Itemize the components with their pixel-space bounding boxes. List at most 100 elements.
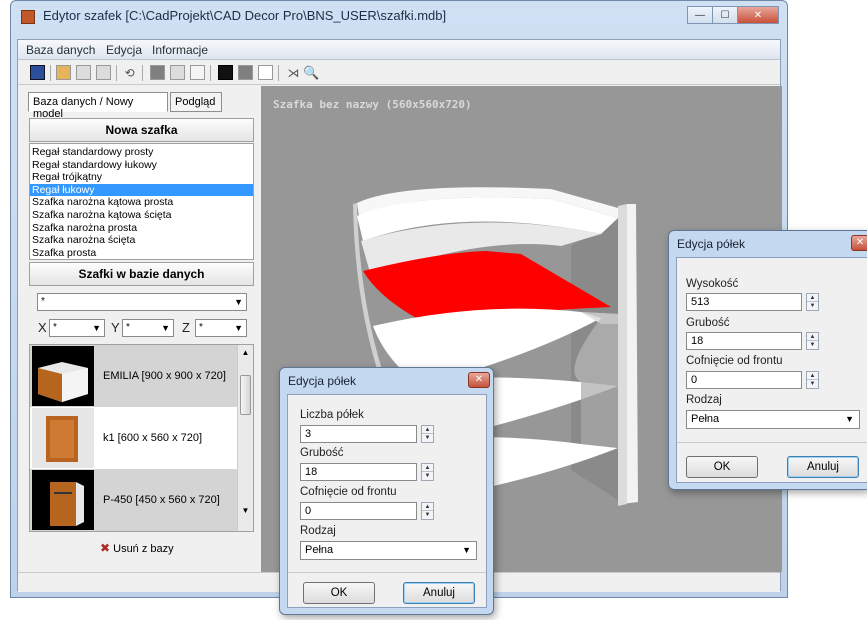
delete-label: Usuń z bazy [113,543,174,555]
maximize-button[interactable]: ☐ [712,6,738,24]
thickness-stepper[interactable]: ▲ ▼ [421,463,434,481]
save-icon[interactable] [30,65,45,80]
spin-up-icon[interactable]: ▲ [807,294,818,302]
close-button[interactable]: ✕ [737,6,779,24]
height-stepper[interactable]: ▲ ▼ [806,293,819,311]
list-item[interactable]: Regał standardowy łukowy [30,159,253,172]
cabinet-thumbnail [32,470,94,530]
setback-stepper[interactable]: ▲ ▼ [806,371,819,389]
list-item[interactable]: Regał standardowy prosty [30,146,253,159]
toolbar-separator [50,65,51,81]
copy-icon[interactable] [56,65,71,80]
spin-down-icon[interactable]: ▼ [807,380,818,388]
spin-up-icon[interactable]: ▲ [422,503,433,511]
spin-down-icon[interactable]: ▼ [422,434,433,442]
spin-up-icon[interactable]: ▲ [807,333,818,341]
list-item[interactable]: Regał trójkątny [30,171,253,184]
ok-button[interactable]: OK [686,456,758,478]
z-filter-value: * [199,322,203,333]
cancel-button[interactable]: Anuluj [787,456,859,478]
title-bar[interactable]: Edytor szafek [C:\CadProjekt\CAD Decor P… [11,1,787,31]
thickness-input[interactable]: 18 [300,463,417,481]
list-item[interactable]: Szafka narożna kątowa ścięta [30,209,253,222]
dialog-body: Wysokość 513 ▲ ▼ Grubość 18 ▲ ▼ Cofnięcie … [676,257,867,483]
type-label: Rodzaj [686,394,722,406]
scroll-down-icon[interactable]: ▼ [238,503,253,519]
render-wire-icon[interactable] [258,65,273,80]
shelf-type-select[interactable]: Pełna ▼ [686,410,860,429]
print-icon[interactable] [76,65,91,80]
setback-input[interactable]: 0 [300,502,417,520]
box-view-icon[interactable] [170,65,185,80]
menu-baza-danych[interactable]: Baza danych [26,43,95,57]
render-gray-icon[interactable] [238,65,253,80]
list-item[interactable]: EMILIA [900 x 900 x 720] [30,345,239,407]
height-input[interactable]: 513 [686,293,802,311]
toolbar-separator [278,65,279,81]
dialog-title: Edycja półek [677,237,746,251]
list-item[interactable]: Szafka prosta [30,247,253,260]
shelf-edit-dialog-single: Edycja półek ✕ Wysokość 513 ▲ ▼ Grubość 1… [668,230,867,490]
setback-input[interactable]: 0 [686,371,802,389]
setback-label: Cofnięcie od frontu [300,486,397,498]
spin-down-icon[interactable]: ▼ [807,302,818,310]
mirror-icon[interactable]: ⋊ [286,65,301,80]
zoom-icon[interactable]: 🔍 [303,65,319,80]
shelf-type-select[interactable]: Pełna ▼ [300,541,477,560]
side-view-icon[interactable] [190,65,205,80]
front-view-icon[interactable] [150,65,165,80]
list-item[interactable]: Szafka narożna prosta [30,222,253,235]
list-item[interactable]: Szafka narożna kątowa prosta [30,196,253,209]
cancel-button[interactable]: Anuluj [403,582,475,604]
shelf-count-input[interactable]: 3 [300,425,417,443]
thickness-label: Grubość [686,317,730,329]
scroll-up-icon[interactable]: ▲ [238,345,253,361]
tab-preview[interactable]: Podgląd [170,92,222,112]
z-filter-combo[interactable]: * ▼ [195,319,247,337]
app-icon [21,10,35,24]
y-filter-value: * [126,322,130,333]
tab-database[interactable]: Baza danych / Nowy model [28,92,168,120]
list-item[interactable]: P-450 [450 x 560 x 720] [30,469,239,531]
spin-up-icon[interactable]: ▲ [422,426,433,434]
spin-up-icon[interactable]: ▲ [422,464,433,472]
menu-informacje[interactable]: Informacje [152,43,208,57]
cabinet-preview-icon [50,482,84,526]
thickness-stepper[interactable]: ▲ ▼ [806,332,819,350]
spin-down-icon[interactable]: ▼ [807,341,818,349]
name-filter-value: * [41,296,45,307]
cabinet-type-list[interactable]: Regał standardowy prosty Regał standardo… [29,143,254,260]
close-icon[interactable]: ✕ [851,235,867,251]
spin-up-icon[interactable]: ▲ [807,372,818,380]
y-filter-combo[interactable]: * ▼ [122,319,174,337]
setback-stepper[interactable]: ▲ ▼ [421,502,434,520]
shelf-count-stepper[interactable]: ▲ ▼ [421,425,434,443]
window-title: Edytor szafek [C:\CadProjekt\CAD Decor P… [43,8,447,23]
thickness-input[interactable]: 18 [686,332,802,350]
scrollbar-thumb[interactable] [240,375,251,415]
list-item[interactable]: k1 [600 x 560 x 720] [30,407,239,469]
spin-down-icon[interactable]: ▼ [422,511,433,519]
paste-icon[interactable] [96,65,111,80]
cabinet-list-scrollbar[interactable]: ▲ ▼ [237,345,253,531]
cabinet-db-list[interactable]: EMILIA [900 x 900 x 720] k1 [600 x 560 x… [29,344,254,532]
delete-from-db-button[interactable]: ✖ Usuń z bazy [100,541,174,555]
menu-edycja[interactable]: Edycja [106,43,142,57]
cabinet-preview-icon [46,416,78,462]
new-cabinet-header[interactable]: Nowa szafka [29,118,254,142]
list-item[interactable]: Szafka narożna ścięta [30,234,253,247]
render-solid-icon[interactable] [218,65,233,80]
setback-label: Cofnięcie od frontu [686,355,783,367]
x-filter-label: X [38,320,47,335]
minimize-button[interactable]: — [687,6,713,24]
list-item-selected[interactable]: Regał łukowy [30,183,253,197]
close-icon[interactable]: ✕ [468,372,490,388]
database-cabinets-header[interactable]: Szafki w bazie danych [29,262,254,286]
left-panel: Baza danych / Nowy model Podgląd Nowa sz… [18,86,261,572]
x-filter-combo[interactable]: * ▼ [49,319,105,337]
toolbar-separator [116,65,117,81]
ok-button[interactable]: OK [303,582,375,604]
undo-icon[interactable]: ⟲ [122,65,137,80]
spin-down-icon[interactable]: ▼ [422,472,433,480]
name-filter-combo[interactable]: * ▼ [37,293,247,311]
